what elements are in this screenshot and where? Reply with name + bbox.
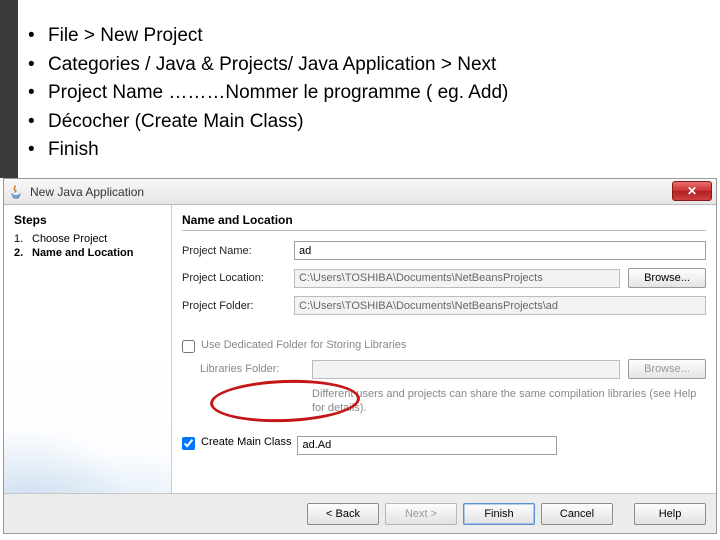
help-button[interactable]: Help bbox=[634, 503, 706, 525]
wizard-button-bar: < Back Next > Finish Cancel Help bbox=[4, 493, 716, 533]
dedicated-folder-row: Use Dedicated Folder for Storing Librari… bbox=[182, 339, 706, 353]
dedicated-folder-checkbox[interactable] bbox=[182, 340, 195, 353]
back-button[interactable]: < Back bbox=[307, 503, 379, 525]
libraries-folder-row: Libraries Folder: Browse... bbox=[200, 359, 706, 379]
project-name-label: Project Name: bbox=[182, 245, 294, 257]
java-icon bbox=[8, 184, 24, 200]
project-location-input[interactable] bbox=[294, 269, 620, 288]
create-main-class-label: Create Main Class bbox=[201, 436, 291, 448]
create-main-class-checkbox[interactable] bbox=[182, 437, 195, 450]
step-name-location: 2. Name and Location bbox=[14, 247, 161, 259]
instruction-list: • File > New Project • Categories / Java… bbox=[28, 22, 700, 165]
step-choose-project: 1. Choose Project bbox=[14, 233, 161, 245]
create-main-class-row: Create Main Class bbox=[182, 436, 706, 455]
main-panel: Name and Location Project Name: Project … bbox=[172, 205, 716, 493]
browse-libraries-button: Browse... bbox=[628, 359, 706, 379]
project-folder-row: Project Folder: bbox=[182, 296, 706, 315]
close-button[interactable]: ✕ bbox=[672, 181, 712, 201]
instruction-item: • Finish bbox=[28, 136, 700, 165]
project-folder-input bbox=[294, 296, 706, 315]
libraries-folder-label: Libraries Folder: bbox=[200, 363, 312, 375]
new-project-wizard: New Java Application ✕ Steps 1. Choose P… bbox=[3, 178, 717, 534]
instruction-item: • File > New Project bbox=[28, 22, 700, 51]
steps-header: Steps bbox=[14, 213, 161, 227]
project-name-row: Project Name: bbox=[182, 241, 706, 260]
project-location-label: Project Location: bbox=[182, 272, 294, 284]
dedicated-folder-hint: Different users and projects can share t… bbox=[312, 387, 706, 416]
create-main-class-input[interactable] bbox=[297, 436, 557, 455]
finish-button[interactable]: Finish bbox=[463, 503, 535, 525]
instruction-item: • Project Name ………Nommer le programme ( … bbox=[28, 79, 700, 108]
instruction-text: File > New Project bbox=[48, 22, 203, 51]
libraries-folder-input bbox=[312, 360, 620, 379]
cancel-button[interactable]: Cancel bbox=[541, 503, 613, 525]
instruction-item: • Categories / Java & Projects/ Java App… bbox=[28, 51, 700, 80]
wizard-title: New Java Application bbox=[30, 185, 144, 199]
section-header: Name and Location bbox=[182, 213, 706, 231]
instruction-text: Project Name ………Nommer le programme ( eg… bbox=[48, 79, 508, 108]
instruction-text: Categories / Java & Projects/ Java Appli… bbox=[48, 51, 496, 80]
dedicated-folder-label: Use Dedicated Folder for Storing Librari… bbox=[201, 339, 406, 351]
instruction-text: Décocher (Create Main Class) bbox=[48, 108, 304, 137]
close-icon: ✕ bbox=[687, 184, 697, 198]
browse-location-button[interactable]: Browse... bbox=[628, 268, 706, 288]
project-name-input[interactable] bbox=[294, 241, 706, 260]
project-location-row: Project Location: Browse... bbox=[182, 268, 706, 288]
instruction-item: • Décocher (Create Main Class) bbox=[28, 108, 700, 137]
deco-sidebar bbox=[0, 0, 18, 178]
project-folder-label: Project Folder: bbox=[182, 300, 294, 312]
steps-panel: Steps 1. Choose Project 2. Name and Loca… bbox=[4, 205, 172, 493]
instruction-text: Finish bbox=[48, 136, 99, 165]
wizard-titlebar: New Java Application ✕ bbox=[4, 179, 716, 205]
next-button: Next > bbox=[385, 503, 457, 525]
